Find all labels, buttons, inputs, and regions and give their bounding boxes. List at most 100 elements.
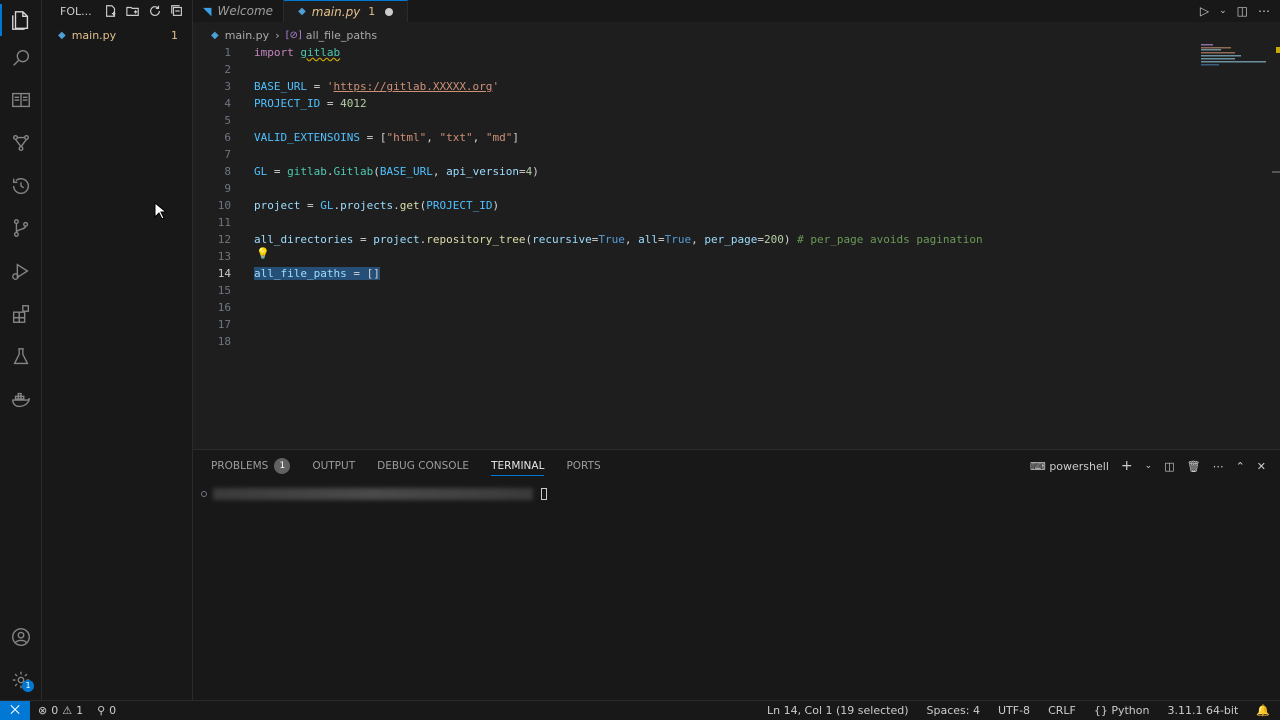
vscode-logo-icon: ◥ — [203, 4, 212, 18]
code-line[interactable]: 11 — [193, 214, 1193, 231]
problems-count-badge: 1 — [274, 458, 291, 474]
problems-status[interactable]: ⊗ 0 ⚠ 1 — [38, 704, 83, 717]
terminal-cursor — [541, 488, 547, 500]
code-line[interactable]: 9 — [193, 180, 1193, 197]
cursor-position[interactable]: Ln 14, Col 1 (19 selected) — [767, 704, 909, 717]
code-line[interactable]: 7 — [193, 146, 1193, 163]
python-file-icon: ◆ — [298, 6, 306, 17]
tab-label: OUTPUT — [312, 460, 356, 472]
line-number: 1 — [224, 46, 231, 59]
file-problem-count: 1 — [171, 28, 178, 42]
kill-terminal-trash-icon[interactable]: 🗑 — [1187, 460, 1201, 473]
tab-problems[interactable]: PROBLEMS 1 — [211, 456, 291, 476]
terminal-dropdown-chevron-icon[interactable]: ⌄ — [1145, 461, 1153, 471]
docker-icon[interactable] — [0, 380, 42, 420]
code-line[interactable]: 2 — [193, 61, 1193, 78]
extensions-icon[interactable] — [0, 294, 42, 334]
panel-tab-bar: PROBLEMS 1 OUTPUT DEBUG CONSOLE TERMINAL … — [211, 456, 601, 476]
indentation[interactable]: Spaces: 4 — [927, 704, 980, 717]
breadcrumb: ◆ main.py › [⊘] all_file_paths — [193, 26, 377, 44]
tab-main-py[interactable]: ◆ main.py 1 — [284, 0, 409, 22]
account-icon[interactable] — [0, 617, 42, 657]
line-number: 11 — [217, 216, 231, 229]
more-actions-icon[interactable]: ⋯ — [1258, 4, 1270, 18]
warning-icon: ⚠ — [62, 704, 73, 717]
testing-icon[interactable] — [0, 337, 42, 377]
code-line[interactable]: 5 — [193, 112, 1193, 129]
notebook-icon[interactable] — [0, 80, 42, 120]
tab-welcome[interactable]: ◥ Welcome — [193, 0, 285, 22]
code-line[interactable]: 18 — [193, 333, 1193, 350]
code-text: VALID_EXTENSOINS = ["html", "txt", "md"] — [254, 131, 519, 144]
code-line[interactable]: 1 import gitlab — [193, 44, 1193, 61]
code-line[interactable]: 8 GL = gitlab.Gitlab(BASE_URL, api_versio… — [193, 163, 1193, 180]
breadcrumb-file[interactable]: main.py — [225, 29, 269, 42]
code-line[interactable]: 13 💡 — [193, 247, 1193, 265]
tab-label: Welcome — [217, 4, 274, 18]
run-dropdown-chevron-icon[interactable]: ⌄ — [1219, 6, 1227, 16]
explorer-icon[interactable] — [0, 0, 42, 40]
file-item-main-py[interactable]: ◆ main.py 1 — [42, 26, 192, 44]
tab-debug-console[interactable]: DEBUG CONSOLE — [377, 456, 469, 476]
status-right: Ln 14, Col 1 (19 selected) Spaces: 4 UTF… — [767, 704, 1270, 717]
encoding[interactable]: UTF-8 — [998, 704, 1030, 717]
new-folder-icon[interactable] — [122, 0, 144, 22]
close-panel-icon[interactable]: ✕ — [1257, 460, 1266, 473]
run-file-icon[interactable]: ▷ — [1200, 4, 1209, 18]
language-mode[interactable]: {} Python — [1094, 704, 1150, 717]
settings-gear-icon[interactable]: 1 — [0, 660, 42, 700]
unsaved-dot-icon[interactable] — [385, 7, 394, 16]
lightbulb-icon[interactable]: 💡 — [256, 247, 270, 260]
settings-update-badge: 1 — [22, 680, 34, 692]
tab-ports[interactable]: PORTS — [566, 456, 600, 476]
search-icon[interactable] — [0, 38, 42, 78]
remote-indicator-icon[interactable]: ⨉ — [0, 700, 30, 720]
split-editor-icon[interactable]: ◫ — [1237, 4, 1248, 18]
tab-output[interactable]: OUTPUT — [312, 456, 355, 476]
end-of-line[interactable]: CRLF — [1048, 704, 1076, 717]
new-terminal-icon[interactable]: + — [1121, 458, 1133, 474]
new-file-icon[interactable] — [100, 0, 122, 22]
breadcrumb-symbol[interactable]: all_file_paths — [306, 29, 377, 42]
python-interpreter[interactable]: 3.11.1 64-bit — [1167, 704, 1238, 717]
code-line[interactable]: 16 — [193, 299, 1193, 316]
code-text: PROJECT_ID = 4012 — [254, 97, 367, 110]
editor-tab-bar: ◥ Welcome ◆ main.py 1 ▷ ⌄ ◫ ⋯ — [193, 0, 1280, 22]
code-line[interactable]: 12 all_directories = project.repository_t… — [193, 231, 1193, 248]
ports-status[interactable]: ⚲ 0 — [97, 704, 116, 717]
braces-icon: {} — [1093, 704, 1108, 717]
code-editor[interactable]: 1 import gitlab 2 3 BASE_URL = 'https://gi… — [193, 44, 1280, 449]
split-terminal-icon[interactable]: ◫ — [1164, 460, 1174, 473]
shell-name: powershell — [1049, 459, 1109, 473]
refresh-icon[interactable] — [144, 0, 166, 22]
timeline-icon[interactable] — [0, 166, 42, 206]
code-line[interactable]: 6 VALID_EXTENSOINS = ["html", "txt", "md"… — [193, 129, 1193, 146]
terminal-prompt-line[interactable] — [201, 487, 547, 501]
line-number: 2 — [224, 63, 231, 76]
code-line[interactable]: 4 PROJECT_ID = 4012 — [193, 95, 1193, 112]
code-line[interactable]: 15 — [193, 282, 1193, 299]
run-debug-icon[interactable] — [0, 251, 42, 291]
code-line[interactable]: 17 — [193, 316, 1193, 333]
maximize-panel-chevron-up-icon[interactable]: ⌃ — [1236, 460, 1245, 473]
code-line[interactable]: 3 BASE_URL = 'https://gitlab.XXXXX.org' — [193, 78, 1193, 95]
terminal-shell-selector[interactable]: ⌨ powershell — [1030, 460, 1109, 473]
breadcrumb-chevron-icon: › — [275, 28, 280, 42]
error-icon: ⊗ — [38, 704, 48, 717]
more-actions-icon[interactable]: ⋯ — [1213, 460, 1224, 473]
code-line[interactable]: 10 project = GL.projects.get(PROJECT_ID) — [193, 197, 1193, 214]
line-number: 13 — [217, 250, 231, 263]
tab-label: TERMINAL — [491, 459, 545, 472]
explorer-sidebar: FOL... ◆ main.py 1 — [42, 0, 193, 700]
source-control-icon[interactable] — [0, 208, 42, 248]
terminal-decoration-icon — [201, 491, 207, 497]
notifications-bell-icon[interactable]: 🔔 — [1256, 704, 1270, 717]
collapse-all-icon[interactable] — [166, 0, 188, 22]
tab-terminal[interactable]: TERMINAL — [491, 456, 545, 476]
mouse-cursor-icon — [154, 202, 166, 220]
git-graph-icon[interactable] — [0, 123, 42, 163]
line-number: 9 — [224, 182, 231, 195]
code-line-current[interactable]: 14 all_file_paths = [] — [193, 265, 1193, 282]
scrollbar-cursor-marker[interactable] — [1272, 171, 1280, 173]
minimap[interactable] — [1201, 44, 1266, 68]
